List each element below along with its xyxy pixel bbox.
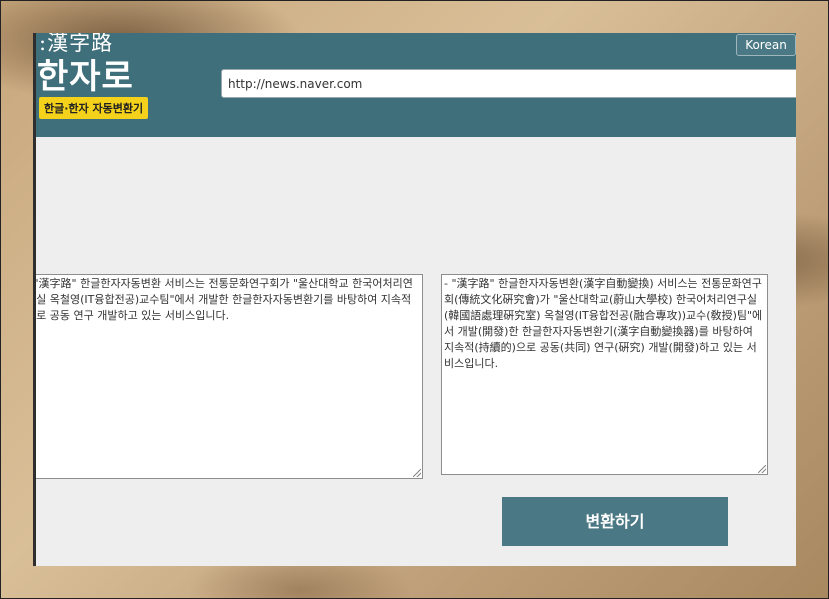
logo-badge: 한글·한자 자동변환기 bbox=[39, 97, 149, 119]
input-text: - "漢字路" 한글한자자동변환 서비스는 전통문화연구회가 "울산대학교 한국… bbox=[33, 277, 413, 322]
output-text: - "漢字路" 한글한자자동변환(漢字自動變換) 서비스는 전통문화연구회(傳統… bbox=[444, 277, 763, 370]
url-input[interactable]: http://news.naver.com bbox=[221, 69, 796, 98]
header-bar: :漢字路 한자로 한글·한자 자동변환기 Korean http://news.… bbox=[33, 33, 796, 137]
resize-grip-icon[interactable] bbox=[758, 465, 766, 473]
input-textarea[interactable]: - "漢字路" 한글한자자동변환 서비스는 전통문화연구회가 "울산대학교 한국… bbox=[33, 274, 423, 479]
resize-grip-icon[interactable] bbox=[413, 469, 421, 477]
app-window: :漢字路 한자로 한글·한자 자동변환기 Korean http://news.… bbox=[33, 33, 796, 566]
language-button[interactable]: Korean bbox=[736, 34, 796, 56]
convert-button[interactable]: 변환하기 bbox=[502, 497, 728, 546]
window-left-edge bbox=[33, 33, 36, 566]
logo[interactable]: 한자로 bbox=[37, 49, 134, 98]
output-textarea[interactable]: - "漢字路" 한글한자자동변환(漢字自動變換) 서비스는 전통문화연구회(傳統… bbox=[441, 274, 768, 475]
